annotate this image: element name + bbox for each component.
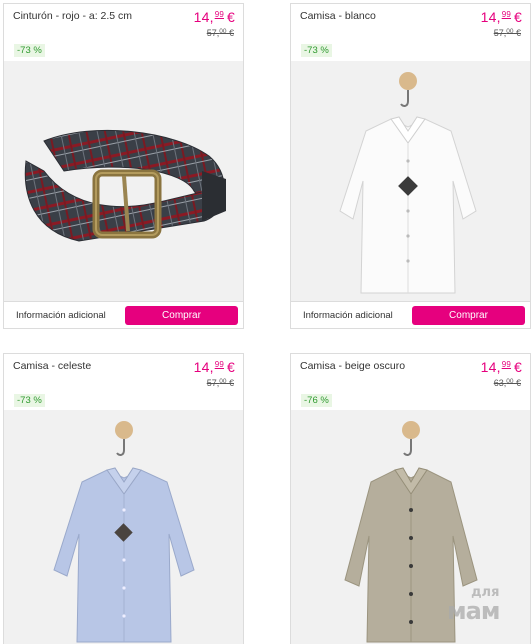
old-price-decimal: 00 [219, 28, 227, 35]
old-price: 63,00 € [494, 378, 521, 388]
more-info-link[interactable]: Información adicional [303, 310, 393, 321]
card-header: Camisa - beige oscuro 14,99 € 63,00 € -76… [291, 354, 530, 410]
belt-image [4, 61, 243, 301]
card-footer: Información adicional Comprar [291, 301, 530, 328]
product-title[interactable]: Camisa - blanco [300, 10, 376, 22]
old-price: 57,00 € [207, 28, 234, 38]
product-price: 14,99 € [481, 9, 522, 25]
old-price-currency: € [228, 378, 234, 388]
card-header: Camisa - blanco 14,99 € 57,00 € -73 % [291, 4, 530, 60]
product-title[interactable]: Camisa - celeste [13, 360, 91, 372]
product-card: Cinturón - rojo - a: 2.5 cm 14,99 € 57,00… [3, 3, 244, 329]
price-currency: € [514, 359, 522, 375]
old-price: 57,00 € [494, 28, 521, 38]
old-price-integer: 57, [206, 378, 220, 388]
old-price-decimal: 00 [506, 378, 514, 385]
discount-badge: -73 % [301, 44, 332, 57]
price-decimal: 99 [501, 10, 511, 19]
price-integer: 14, [480, 9, 501, 25]
white-shirt-image [291, 61, 530, 301]
price-decimal: 99 [214, 360, 224, 369]
price-decimal: 99 [501, 360, 511, 369]
card-header: Cinturón - rojo - a: 2.5 cm 14,99 € 57,00… [4, 4, 243, 60]
product-image-belt[interactable] [4, 61, 243, 301]
more-info-link[interactable]: Información adicional [16, 310, 106, 321]
old-price-integer: 57, [493, 28, 507, 38]
buy-button[interactable]: Comprar [125, 306, 238, 325]
discount-badge: -73 % [14, 394, 45, 407]
old-price-currency: € [515, 28, 521, 38]
price-integer: 14, [193, 359, 214, 375]
product-price: 14,99 € [481, 359, 522, 375]
old-price-integer: 57, [206, 28, 220, 38]
price-integer: 14, [193, 9, 214, 25]
price-currency: € [514, 9, 522, 25]
product-image-white-shirt[interactable] [291, 61, 530, 301]
buy-button[interactable]: Comprar [412, 306, 525, 325]
old-price-decimal: 00 [219, 378, 227, 385]
product-image-blue-shirt[interactable] [4, 410, 243, 644]
watermark-logo: для мам [447, 586, 500, 625]
product-title[interactable]: Cinturón - rojo - a: 2.5 cm [13, 10, 132, 22]
discount-badge: -76 % [301, 394, 332, 407]
old-price: 57,00 € [207, 378, 234, 388]
product-price: 14,99 € [194, 9, 235, 25]
old-price-currency: € [228, 28, 234, 38]
product-title[interactable]: Camisa - beige oscuro [300, 360, 405, 372]
card-header: Camisa - celeste 14,99 € 57,00 € -73 % [4, 354, 243, 410]
watermark-line2: мам [447, 597, 500, 625]
discount-badge: -73 % [14, 44, 45, 57]
product-card: Camisa - celeste 14,99 € 57,00 € -73 % [3, 353, 244, 644]
product-card: Camisa - blanco 14,99 € 57,00 € -73 % Inf… [290, 3, 531, 329]
card-footer: Información adicional Comprar [4, 301, 243, 328]
old-price-integer: 63, [493, 378, 507, 388]
old-price-currency: € [515, 378, 521, 388]
product-price: 14,99 € [194, 359, 235, 375]
price-decimal: 99 [214, 10, 224, 19]
price-currency: € [227, 359, 235, 375]
price-currency: € [227, 9, 235, 25]
price-integer: 14, [480, 359, 501, 375]
old-price-decimal: 00 [506, 28, 514, 35]
blue-shirt-image [4, 410, 243, 644]
